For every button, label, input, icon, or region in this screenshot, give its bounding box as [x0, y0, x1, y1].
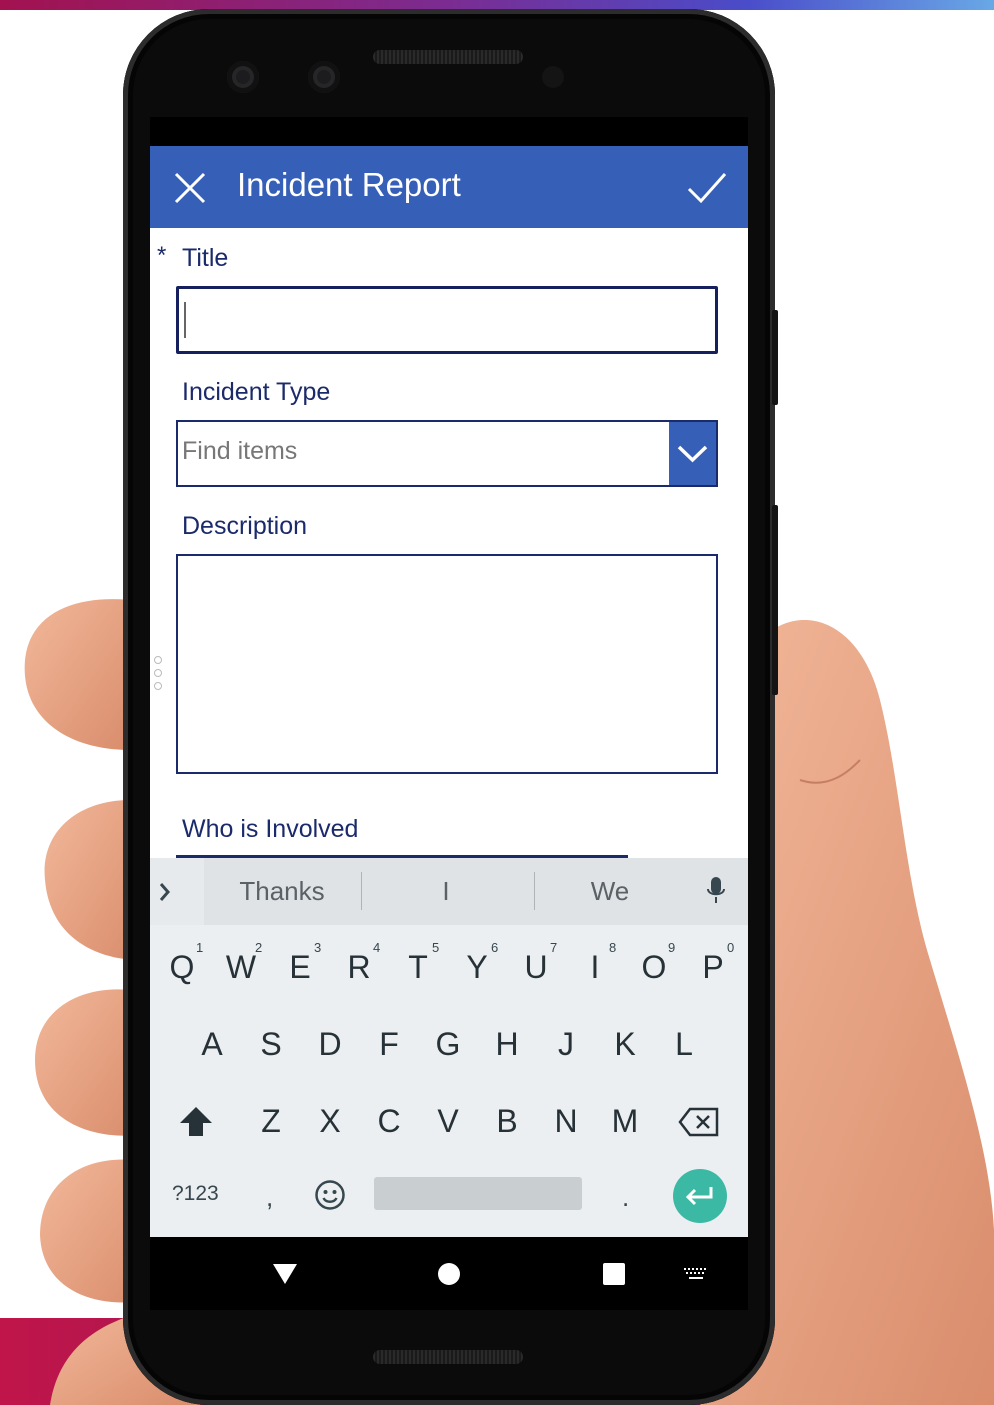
incident-type-dropdown-button[interactable]	[669, 422, 716, 485]
key-hint-3: 3	[314, 940, 322, 955]
expand-suggestions-icon	[159, 883, 170, 901]
key-hint-0: 0	[727, 940, 735, 955]
keyboard-switch-icon[interactable]	[683, 1267, 709, 1281]
bottom-speaker	[373, 1350, 523, 1364]
key-d[interactable]: D	[310, 1026, 350, 1063]
chevron-down-icon	[677, 445, 708, 463]
onscreen-keyboard: Thanks I We Q W E R T Y U I O P 1 2 3 4 …	[150, 858, 748, 1237]
text-caret	[184, 302, 186, 338]
suggestion-3[interactable]: We	[550, 876, 670, 907]
app-bar: Incident Report	[150, 146, 748, 228]
suggestion-1[interactable]: Thanks	[222, 876, 342, 907]
nav-home-icon[interactable]	[437, 1262, 461, 1286]
enter-key[interactable]	[673, 1169, 727, 1223]
key-hint-4: 4	[373, 940, 381, 955]
key-k[interactable]: K	[605, 1026, 645, 1063]
microphone-icon[interactable]	[706, 876, 726, 906]
expand-suggestions-button[interactable]	[150, 858, 204, 925]
enter-icon	[685, 1187, 713, 1206]
who-involved-label: Who is Involved	[182, 815, 359, 843]
suggestion-separator	[361, 872, 362, 910]
key-v[interactable]: V	[428, 1103, 468, 1140]
close-icon[interactable]	[172, 170, 208, 206]
description-label: Description	[182, 512, 308, 540]
volume-button	[772, 505, 778, 695]
key-b[interactable]: B	[487, 1103, 527, 1140]
nav-back-icon[interactable]	[272, 1263, 298, 1285]
earpiece-speaker	[373, 50, 523, 64]
period-key[interactable]: .	[622, 1182, 629, 1213]
spacebar[interactable]	[374, 1177, 582, 1210]
key-z[interactable]: Z	[251, 1103, 291, 1140]
key-hint-5: 5	[432, 940, 440, 955]
key-j[interactable]: J	[546, 1026, 586, 1063]
incident-type-placeholder: Find items	[182, 437, 298, 465]
power-button	[772, 310, 778, 405]
key-hint-6: 6	[491, 940, 499, 955]
key-m[interactable]: M	[605, 1103, 645, 1140]
suggestion-separator	[534, 872, 535, 910]
suggestion-2[interactable]: I	[386, 876, 506, 907]
nav-recents-icon[interactable]	[602, 1262, 626, 1286]
key-hint-8: 8	[609, 940, 617, 955]
symbols-key[interactable]: ?123	[172, 1182, 219, 1206]
key-g[interactable]: G	[428, 1026, 468, 1063]
incident-type-label: Incident Type	[182, 378, 331, 406]
key-hint-1: 1	[196, 940, 204, 955]
front-camera-right	[308, 61, 340, 93]
key-x[interactable]: X	[310, 1103, 350, 1140]
required-marker: *	[157, 242, 167, 269]
emoji-icon[interactable]	[314, 1179, 346, 1211]
key-hint-7: 7	[550, 940, 558, 955]
description-textarea[interactable]	[176, 554, 718, 774]
resize-handle[interactable]	[154, 656, 162, 695]
backspace-icon[interactable]	[678, 1106, 720, 1138]
key-n[interactable]: N	[546, 1103, 586, 1140]
page-title: Incident Report	[237, 166, 461, 203]
checkmark-icon[interactable]	[686, 170, 728, 206]
status-bar	[150, 117, 748, 146]
key-h[interactable]: H	[487, 1026, 527, 1063]
key-l[interactable]: L	[664, 1026, 704, 1063]
suggestion-strip: Thanks I We	[150, 858, 748, 925]
key-c[interactable]: C	[369, 1103, 409, 1140]
incident-form: * Title Incident Type Find items Descrip…	[150, 228, 748, 858]
key-hint-2: 2	[255, 940, 263, 955]
title-input[interactable]	[176, 286, 718, 354]
navigation-bar	[150, 1237, 748, 1310]
shift-icon[interactable]	[178, 1104, 214, 1140]
phone-screen: Incident Report * Title Incident Type Fi…	[150, 117, 748, 1310]
incident-type-combobox[interactable]: Find items	[176, 420, 718, 487]
key-s[interactable]: S	[251, 1026, 291, 1063]
front-camera-left	[227, 61, 259, 93]
key-hint-9: 9	[668, 940, 676, 955]
title-label: Title	[182, 244, 229, 272]
key-a[interactable]: A	[192, 1026, 232, 1063]
proximity-sensor	[542, 66, 564, 88]
comma-key[interactable]: ,	[266, 1182, 273, 1213]
key-f[interactable]: F	[369, 1026, 409, 1063]
